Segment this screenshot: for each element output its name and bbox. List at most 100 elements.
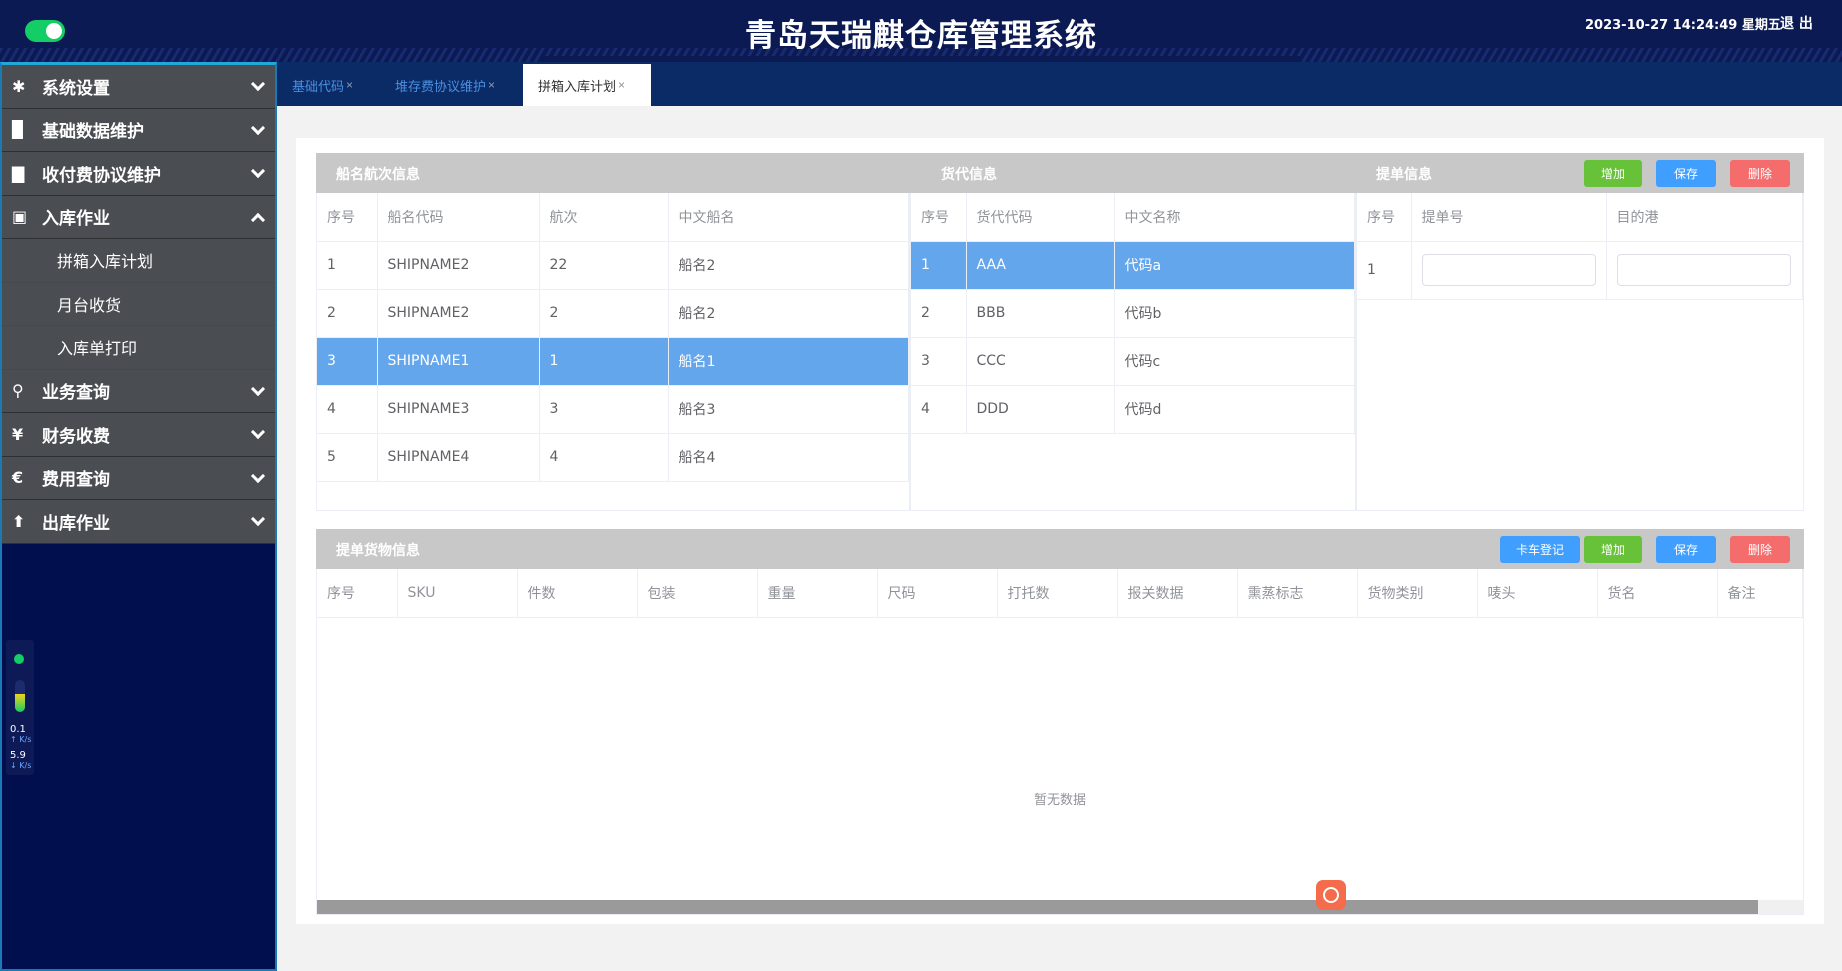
table-row[interactable]: 4 SHIPNAME3 3 船名3 bbox=[317, 385, 909, 434]
download-speed-unit-text: K/s bbox=[19, 761, 32, 770]
table-cell: 代码b bbox=[1114, 289, 1355, 338]
close-icon[interactable]: × bbox=[488, 78, 495, 92]
sidebar-item-outbound[interactable]: ⬆ 出库作业 bbox=[2, 500, 275, 544]
table-cell: 2 bbox=[539, 289, 669, 338]
table-cell: BBB bbox=[966, 289, 1115, 338]
upload-icon: ⬆ bbox=[12, 511, 26, 531]
bill-cargo-table: 序号 SKU 件数 包装 重量 尺码 打托数 报关数据 熏蒸标志 货物类别 唛头… bbox=[316, 569, 1804, 915]
tab-lcl-inbound-plan[interactable]: 拼箱入库计划 × bbox=[523, 64, 651, 106]
truck-register-button[interactable]: 卡车登记 bbox=[1500, 536, 1580, 563]
save-button[interactable]: 保存 bbox=[1656, 160, 1716, 187]
horizontal-scrollbar[interactable] bbox=[317, 900, 1803, 914]
tab-storage-fee-agreement[interactable]: 堆存费协议维护 × bbox=[380, 64, 500, 106]
euro-icon: € bbox=[12, 468, 24, 488]
ai-assistant-icon[interactable] bbox=[1316, 880, 1346, 910]
save-button[interactable]: 保存 bbox=[1656, 536, 1716, 563]
chevron-down-icon bbox=[250, 76, 266, 92]
empty-state-text: 暂无数据 bbox=[1033, 793, 1086, 808]
column-header: 件数 bbox=[517, 569, 638, 618]
sidebar-item-label: 出库作业 bbox=[42, 513, 110, 534]
main-content: 船名航次信息 货代信息 提单信息 增加 保存 删除 序号 船名代码 航次 中文船… bbox=[296, 138, 1824, 924]
table-cell: 5 bbox=[317, 433, 378, 482]
tab-label: 堆存费协议维护 bbox=[395, 78, 487, 94]
top-panel-header: 船名航次信息 货代信息 提单信息 增加 保存 删除 bbox=[316, 153, 1804, 193]
sidebar-item-finance[interactable]: ¥ 财务收费 bbox=[2, 413, 275, 457]
column-header: 包装 bbox=[637, 569, 758, 618]
network-level-fill bbox=[15, 694, 25, 712]
scrollbar-thumb[interactable] bbox=[317, 900, 1759, 914]
network-status-dot bbox=[14, 654, 24, 664]
chevron-down-icon bbox=[250, 163, 266, 179]
table-row[interactable]: 1 bbox=[1357, 241, 1803, 300]
document-icon: ▇ bbox=[12, 163, 25, 183]
column-header: 备注 bbox=[1717, 569, 1803, 618]
table-cell: 4 bbox=[911, 385, 967, 434]
table-header-row: 序号 货代代码 中文名称 bbox=[911, 193, 1355, 242]
upload-speed-value: 0.1 bbox=[10, 724, 26, 735]
add-button[interactable]: 增加 bbox=[1584, 160, 1642, 187]
table-row[interactable]: 2 SHIPNAME2 2 船名2 bbox=[317, 289, 909, 338]
ship-voyage-table: 序号 船名代码 航次 中文船名 1 SHIPNAME2 22 船名2 2 SHI… bbox=[316, 193, 910, 511]
close-icon[interactable]: × bbox=[618, 78, 625, 92]
sidebar-item-label: 收付费协议维护 bbox=[42, 165, 161, 186]
destination-port-input[interactable] bbox=[1616, 254, 1791, 286]
table-cell: 代码c bbox=[1114, 337, 1355, 386]
sidebar-item-label: 基础数据维护 bbox=[42, 122, 144, 143]
delete-button[interactable]: 删除 bbox=[1730, 160, 1790, 187]
table-header-row: 序号 提单号 目的港 bbox=[1357, 193, 1803, 242]
table-cell: DDD bbox=[966, 385, 1115, 434]
table-cell: 4 bbox=[539, 433, 669, 482]
sidebar-item-basic-data[interactable]: ▉ 基础数据维护 bbox=[2, 108, 275, 152]
sidebar-item-fee-agreement[interactable]: ▇ 收付费协议维护 bbox=[2, 152, 275, 196]
bottom-panel-header: 提单货物信息 卡车登记 增加 保存 删除 bbox=[316, 529, 1804, 569]
table-cell bbox=[1606, 241, 1803, 300]
column-header: 唛头 bbox=[1477, 569, 1598, 618]
column-header: 序号 bbox=[1357, 193, 1412, 242]
table-row-selected[interactable]: 3 SHIPNAME1 1 船名1 bbox=[317, 337, 909, 386]
download-speed-value: 5.9 bbox=[10, 750, 26, 761]
table-row[interactable]: 5 SHIPNAME4 4 船名4 bbox=[317, 433, 909, 482]
sidebar-item-label: 系统设置 bbox=[42, 78, 110, 99]
table-row-selected[interactable]: 1 AAA 代码a bbox=[911, 241, 1355, 290]
chevron-down-icon bbox=[250, 120, 266, 135]
table-row[interactable]: 3 CCC 代码c bbox=[911, 337, 1355, 386]
upload-speed-unit: ↑ K/s bbox=[10, 735, 32, 744]
bill-info-title: 提单信息 bbox=[1376, 167, 1432, 183]
table-cell: 3 bbox=[317, 337, 378, 386]
sidebar-subitem-inbound-print[interactable]: 入库单打印 bbox=[2, 326, 275, 370]
forwarder-title: 货代信息 bbox=[941, 167, 997, 183]
logout-button[interactable]: 退 出 bbox=[1780, 13, 1813, 33]
table-cell: 船名4 bbox=[668, 433, 909, 482]
column-header: 货代代码 bbox=[966, 193, 1115, 242]
bill-table: 序号 提单号 目的港 1 bbox=[1356, 193, 1804, 511]
table-row[interactable]: 2 BBB 代码b bbox=[911, 289, 1355, 338]
sidebar-item-fee-query[interactable]: € 费用查询 bbox=[2, 456, 275, 500]
column-header: 打托数 bbox=[997, 569, 1118, 618]
sidebar-subitem-lcl-inbound-plan[interactable]: 拼箱入库计划 bbox=[2, 239, 275, 283]
column-header: 序号 bbox=[911, 193, 967, 242]
table-cell: AAA bbox=[966, 241, 1115, 290]
delete-button[interactable]: 删除 bbox=[1730, 536, 1790, 563]
sidebar-subitem-dock-receiving[interactable]: 月台收货 bbox=[2, 282, 275, 326]
close-icon[interactable]: × bbox=[346, 78, 353, 92]
bill-number-input[interactable] bbox=[1421, 254, 1596, 286]
table-cell: 1 bbox=[539, 337, 669, 386]
table-header-row: 序号 SKU 件数 包装 重量 尺码 打托数 报关数据 熏蒸标志 货物类别 唛头… bbox=[317, 569, 1803, 618]
table-cell bbox=[1411, 241, 1607, 300]
app-title: 青岛天瑞麒仓库管理系统 bbox=[745, 18, 1097, 54]
tab-basic-code[interactable]: 基础代码 × bbox=[277, 64, 380, 106]
table-header-row: 序号 船名代码 航次 中文船名 bbox=[317, 193, 909, 242]
table-cell: 代码a bbox=[1114, 241, 1355, 290]
table-cell: 船名1 bbox=[668, 337, 909, 386]
add-button[interactable]: 增加 bbox=[1584, 536, 1642, 563]
network-speed-widget: 0.1 ↑ K/s 5.9 ↓ K/s bbox=[6, 640, 34, 775]
sidebar-item-business-query[interactable]: ⚲ 业务查询 bbox=[2, 369, 275, 413]
table-cell: 4 bbox=[317, 385, 378, 434]
inbox-icon: ▣ bbox=[12, 207, 28, 227]
sidebar-item-inbound[interactable]: ▣ 入库作业 bbox=[2, 195, 275, 239]
table-row[interactable]: 1 SHIPNAME2 22 船名2 bbox=[317, 241, 909, 290]
column-header: 中文名称 bbox=[1114, 193, 1355, 242]
table-row[interactable]: 4 DDD 代码d bbox=[911, 385, 1355, 434]
sidebar-item-system-settings[interactable]: ✱ 系统设置 bbox=[2, 65, 275, 109]
search-icon: ⚲ bbox=[12, 381, 24, 401]
